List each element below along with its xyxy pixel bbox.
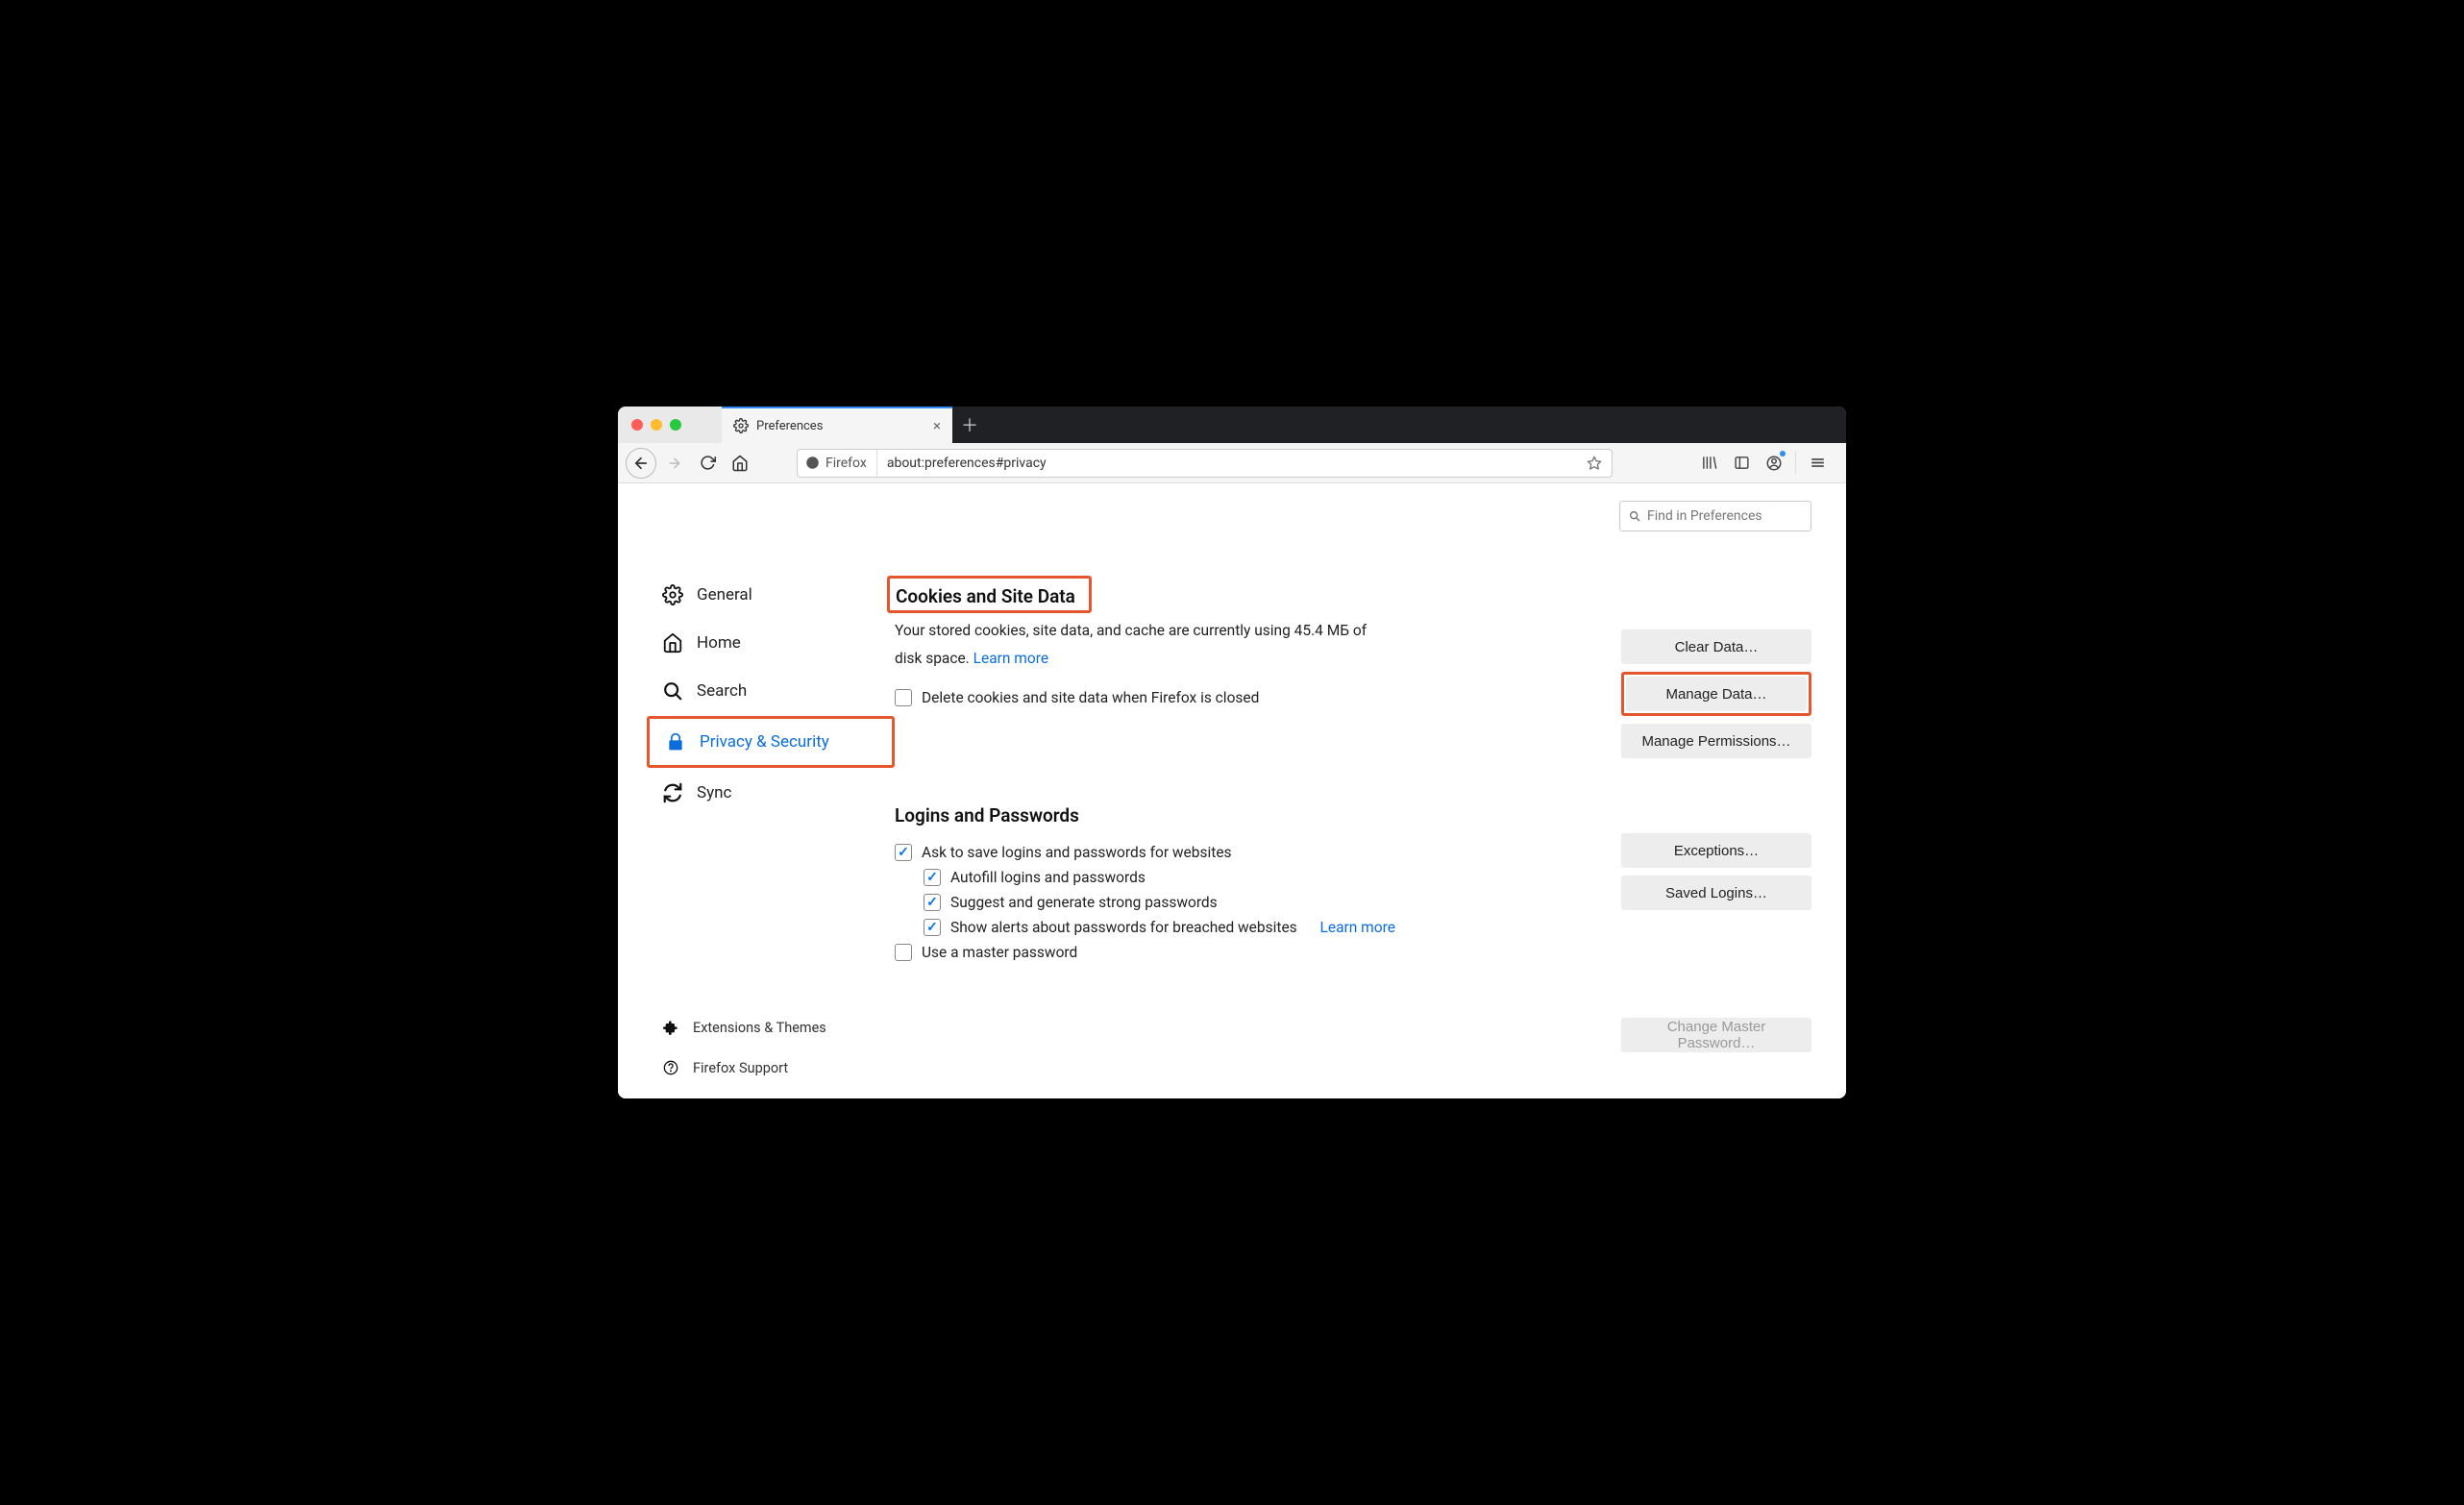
- learn-more-link[interactable]: Learn more: [973, 650, 1048, 667]
- checkbox-label: Show alerts about passwords for breached…: [950, 919, 1297, 936]
- menu-icon[interactable]: [1802, 449, 1833, 478]
- profile-icon[interactable]: [1759, 449, 1789, 478]
- clear-data-button[interactable]: Clear Data…: [1621, 629, 1811, 664]
- url-text: about:preferences#privacy: [877, 456, 1577, 471]
- sidebar-item-support[interactable]: Firefox Support: [656, 1049, 895, 1087]
- exceptions-button[interactable]: Exceptions…: [1621, 833, 1811, 868]
- browser-window: Preferences × ＋ Firefox about:preference…: [618, 407, 1846, 1098]
- sidebar-item-label: Privacy & Security: [700, 732, 829, 752]
- sidebar-item-extensions[interactable]: Extensions & Themes: [656, 1008, 895, 1047]
- search-icon: [662, 680, 683, 702]
- new-tab-button[interactable]: ＋: [952, 407, 987, 443]
- minimize-window-icon[interactable]: [651, 419, 662, 431]
- toolbar-right: [1693, 449, 1838, 478]
- lock-icon: [665, 731, 686, 752]
- forward-button[interactable]: [660, 449, 689, 478]
- checkbox-checked-icon[interactable]: [924, 919, 941, 936]
- checkbox-label: Ask to save logins and passwords for web…: [922, 844, 1232, 861]
- logins-title: Logins and Passwords: [895, 804, 1079, 827]
- tab-title: Preferences: [756, 419, 823, 433]
- gear-icon: [733, 418, 749, 433]
- url-bar[interactable]: Firefox about:preferences#privacy: [797, 449, 1613, 478]
- ask-save-logins-checkbox-row[interactable]: Ask to save logins and passwords for web…: [895, 844, 1598, 861]
- reload-button[interactable]: [693, 449, 722, 478]
- puzzle-icon: [662, 1019, 679, 1036]
- sidebar-item-search[interactable]: Search: [656, 668, 895, 714]
- learn-more-link[interactable]: Learn more: [1320, 919, 1395, 936]
- suggest-passwords-checkbox-row[interactable]: Suggest and generate strong passwords: [924, 894, 1598, 911]
- highlight-manage-data: Manage Data…: [1621, 672, 1811, 716]
- find-in-preferences-input[interactable]: Find in Preferences: [1619, 501, 1811, 531]
- toolbar-separator: [1795, 452, 1796, 475]
- sidebar-item-label: Firefox Support: [693, 1060, 788, 1076]
- sidebar-item-label: Search: [697, 681, 747, 701]
- tab-strip: Preferences × ＋: [618, 407, 1846, 443]
- site-identity-label: Firefox: [825, 456, 867, 471]
- saved-logins-button[interactable]: Saved Logins…: [1621, 876, 1811, 910]
- close-tab-icon[interactable]: ×: [933, 417, 941, 434]
- checkbox-checked-icon[interactable]: [924, 869, 941, 886]
- sidebar-item-privacy-security[interactable]: Privacy & Security: [659, 719, 892, 765]
- preferences-content: General Home Search Privacy &: [618, 483, 1846, 1098]
- checkbox-label: Delete cookies and site data when Firefo…: [922, 689, 1259, 706]
- tab-preferences[interactable]: Preferences ×: [722, 407, 952, 443]
- master-password-checkbox-row[interactable]: Use a master password: [895, 944, 1598, 961]
- maximize-window-icon[interactable]: [670, 419, 681, 431]
- library-icon[interactable]: [1693, 449, 1724, 478]
- checkbox-checked-icon[interactable]: [895, 844, 912, 861]
- breach-alerts-checkbox-row[interactable]: Show alerts about passwords for breached…: [924, 919, 1598, 936]
- bookmark-star-icon[interactable]: [1577, 456, 1612, 471]
- gear-icon: [662, 584, 683, 605]
- checkbox-unchecked-icon[interactable]: [895, 944, 912, 961]
- checkbox-label: Use a master password: [922, 944, 1077, 961]
- home-icon: [662, 632, 683, 654]
- help-icon: [662, 1059, 679, 1076]
- manage-permissions-button[interactable]: Manage Permissions…: [1621, 724, 1811, 758]
- sidebar-icon[interactable]: [1726, 449, 1757, 478]
- delete-cookies-on-close-checkbox-row[interactable]: Delete cookies and site data when Firefo…: [895, 689, 1598, 706]
- sidebar-item-sync[interactable]: Sync: [656, 770, 895, 816]
- back-button[interactable]: [626, 448, 656, 479]
- sidebar-item-label: Sync: [697, 783, 731, 802]
- autofill-logins-checkbox-row[interactable]: Autofill logins and passwords: [924, 869, 1598, 886]
- sidebar-item-home[interactable]: Home: [656, 620, 895, 666]
- manage-data-button[interactable]: Manage Data…: [1626, 677, 1807, 711]
- checkbox-label: Suggest and generate strong passwords: [950, 894, 1218, 911]
- window-controls: [618, 407, 722, 443]
- search-placeholder: Find in Preferences: [1647, 508, 1762, 524]
- cookies-site-data-section: Cookies and Site Data Your stored cookie…: [895, 585, 1811, 758]
- highlight-sidebar-privacy: Privacy & Security: [647, 716, 895, 768]
- checkbox-checked-icon[interactable]: [924, 894, 941, 911]
- checkbox-unchecked-icon[interactable]: [895, 689, 912, 706]
- sidebar-item-label: Home: [697, 633, 741, 653]
- cookies-description: Your stored cookies, site data, and cach…: [895, 617, 1394, 672]
- close-window-icon[interactable]: [631, 419, 643, 431]
- sidebar-item-label: Extensions & Themes: [693, 1020, 826, 1036]
- logins-passwords-section: Logins and Passwords Ask to save logins …: [895, 804, 1811, 1052]
- checkbox-label: Autofill logins and passwords: [950, 869, 1146, 886]
- preferences-sidebar: General Home Search Privacy &: [618, 483, 895, 1098]
- change-master-password-button: Change Master Password…: [1621, 1018, 1811, 1052]
- home-button[interactable]: [726, 449, 754, 478]
- toolbar: Firefox about:preferences#privacy: [618, 443, 1846, 483]
- sync-icon: [662, 782, 683, 803]
- highlight-cookies-title: Cookies and Site Data: [887, 576, 1092, 613]
- preferences-main: Find in Preferences Cookies and Site Dat…: [895, 483, 1846, 1098]
- cookies-title: Cookies and Site Data: [896, 585, 1075, 607]
- sidebar-item-general[interactable]: General: [656, 572, 895, 618]
- site-identity[interactable]: Firefox: [798, 450, 877, 477]
- sidebar-item-label: General: [697, 585, 752, 604]
